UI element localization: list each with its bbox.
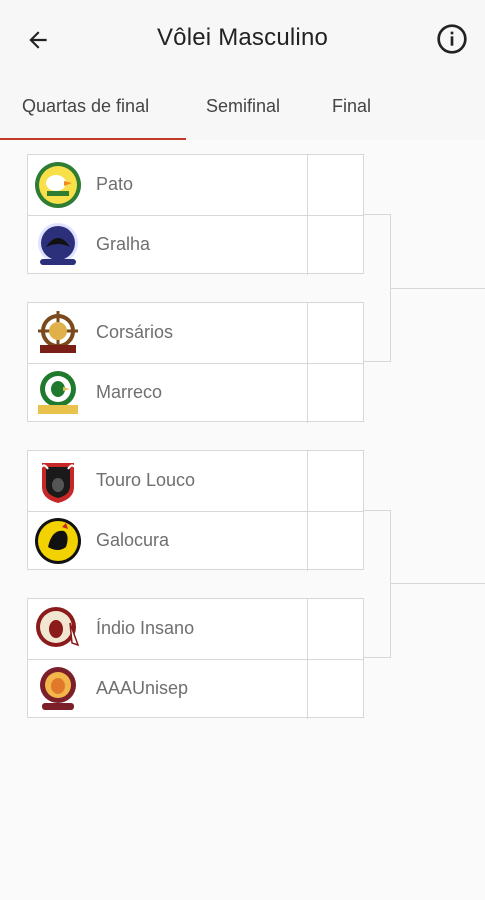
score-cell [307, 599, 364, 659]
team-name: Marreco [96, 382, 163, 402]
gralha-logo-icon [38, 223, 78, 265]
score-cell [307, 451, 364, 511]
team-name: AAAUnisep [96, 678, 189, 698]
unisep-logo-icon [40, 667, 76, 710]
match-card: Corsários Marreco [27, 302, 364, 423]
indio-logo-icon [36, 607, 80, 647]
bracket-connector [364, 657, 391, 658]
page-title: Vôlei Masculino [156, 24, 329, 51]
team-name: Corsários [96, 322, 174, 342]
info-button[interactable] [433, 20, 471, 58]
tab-bar: Quartas de final Semifinal Final [0, 78, 485, 140]
team-name: Galocura [96, 530, 170, 550]
tab-quartas-de-final[interactable]: Quartas de final [22, 96, 149, 117]
galocura-logo-icon [35, 518, 81, 564]
match-card: Índio Insano AAAUnisep [27, 598, 364, 719]
team-name: Índio Insano [96, 618, 195, 638]
team-row[interactable]: Índio Insano [28, 599, 363, 660]
bracket-connector [364, 510, 391, 511]
bracket: Pato Gralha Corsários Marreco Touro Louc… [0, 140, 485, 900]
team-row[interactable]: Galocura [28, 511, 363, 571]
info-circle-icon [437, 24, 467, 54]
app-bar: Vôlei Masculino [0, 0, 485, 78]
team-row[interactable]: Touro Louco [28, 451, 363, 512]
pato-logo-icon [35, 162, 81, 208]
corsarios-logo-icon [38, 311, 78, 353]
team-name: Touro Louco [96, 470, 196, 490]
team-row[interactable]: AAAUnisep [28, 659, 363, 719]
match-card: Touro Louco Galocura [27, 450, 364, 571]
team-row[interactable]: Corsários [28, 303, 363, 364]
tab-final[interactable]: Final [332, 96, 371, 117]
team-row[interactable]: Pato [28, 155, 363, 216]
bracket-connector [364, 214, 391, 215]
bracket-connector [390, 288, 485, 289]
score-cell [307, 363, 364, 423]
tab-semifinal[interactable]: Semifinal [206, 96, 280, 117]
touro-logo-icon [41, 463, 75, 503]
score-cell [307, 215, 364, 275]
bracket-connector [390, 583, 485, 584]
team-row[interactable]: Gralha [28, 215, 363, 275]
score-cell [307, 303, 364, 363]
score-cell [307, 659, 364, 719]
bracket-connector [364, 361, 391, 362]
match-card: Pato Gralha [27, 154, 364, 275]
bracket-connector [390, 510, 391, 658]
team-name: Gralha [96, 234, 151, 254]
team-row[interactable]: Marreco [28, 363, 363, 423]
team-name: Pato [96, 174, 134, 194]
marreco-logo-icon [38, 371, 78, 414]
score-cell [307, 511, 364, 571]
score-cell [307, 155, 364, 215]
